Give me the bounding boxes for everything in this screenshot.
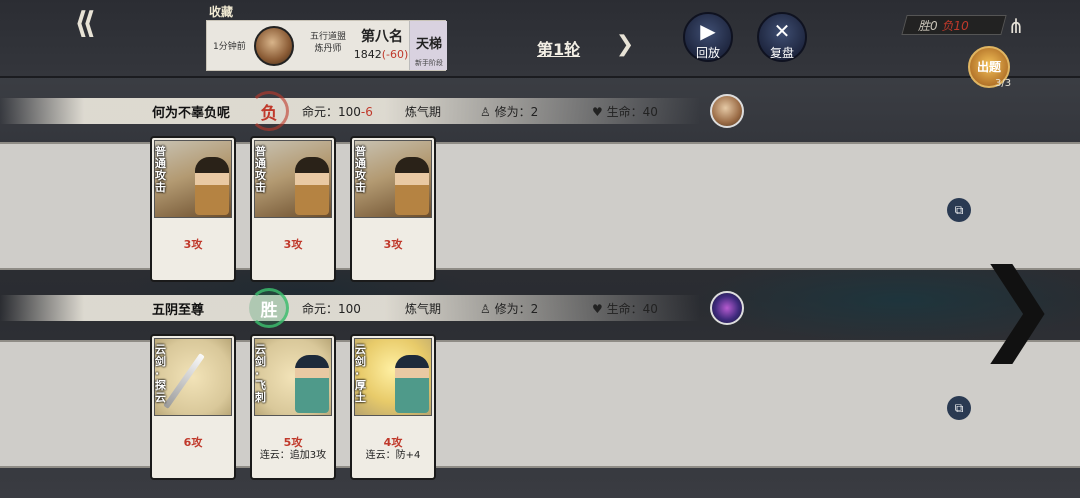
card-desc: 3攻 [152, 220, 234, 276]
play-icon: ▶ [700, 19, 716, 43]
player-hp: 命元：100-6 [302, 103, 373, 120]
round-label[interactable]: 第1轮 [537, 36, 580, 60]
card-attack: 3攻 [183, 238, 203, 251]
record-sect: 五行道盟 炼丹师 [299, 31, 357, 55]
card[interactable]: 云剑·厚土 4攻 连云：防+4 [350, 334, 436, 480]
card-desc: 3攻 [252, 220, 334, 276]
back-arrow-icon[interactable]: ⟪ [60, 8, 110, 40]
card-title: 云剑·探云 [155, 343, 166, 404]
big-chevron-right-icon[interactable]: ❯ [975, 256, 1059, 356]
record-sect-line1: 五行道盟 [309, 32, 346, 42]
player-avatar[interactable] [710, 291, 744, 325]
player-realm: 炼气期 [405, 302, 442, 316]
card-title: 普通攻击 [155, 145, 166, 194]
ladder-subtitle: 新手阶段 [415, 59, 443, 67]
review-button[interactable]: ✕ 复盘 [757, 12, 807, 62]
card[interactable]: 云剑·探云 6攻 [150, 334, 236, 480]
card[interactable]: 普通攻击 3攻 [150, 136, 236, 282]
card-attack: 5攻 [283, 436, 303, 449]
losses-count: 负10 [941, 19, 969, 33]
card-extra: 连云：追加3攻 [259, 450, 327, 461]
record-sect-line2: 炼丹师 [314, 44, 342, 54]
ladder-badge: 天梯 新手阶段 [409, 21, 447, 70]
record-score: 1842(-60) [353, 48, 409, 61]
player-life: ♥ 生命：40 [592, 103, 658, 120]
player-hp: 命元：100 [302, 300, 361, 317]
player-strip-1: 何为不辜负呢 负 命元：100-6 炼气期 ♙ 修为：2 ♥ 生命：40 [0, 91, 1080, 131]
heart-icon: ♥ [592, 105, 603, 119]
player-name: 何为不辜负呢 [152, 106, 231, 121]
review-label: 复盘 [769, 46, 794, 60]
card-row-1: 普通攻击 3攻 普通攻击 3攻 普通攻击 3攻 ⧉ [0, 136, 1080, 282]
record-score-delta: (-60) [381, 48, 409, 61]
player-strip-2: 五阴至尊 胜 命元：100 炼气期 ♙ 修为：2 ♥ 生命：40 [0, 288, 1080, 328]
result-badge-win: 胜 [249, 288, 289, 328]
replay-label: 回放 [695, 46, 720, 60]
card-title: 普通攻击 [355, 145, 366, 194]
cross-swords-icon: ✕ [773, 19, 791, 43]
cultivation-value: 修为：2 [494, 302, 539, 316]
hp-label: 命元： [302, 105, 339, 119]
chevron-right-icon[interactable]: ❯ [613, 33, 637, 57]
replay-button[interactable]: ▶ 回放 [683, 12, 733, 62]
record-rank: 第八名 [361, 29, 403, 45]
card-desc: 3攻 [352, 220, 434, 276]
card-title: 普通攻击 [255, 145, 266, 194]
card[interactable]: 云剑·飞刺 5攻 连云：追加3攻 [250, 334, 336, 480]
wins-count: 胜0 [918, 19, 938, 33]
player-cultivation: ♙ 修为：2 [480, 300, 538, 317]
record-time: 1分钟前 [213, 42, 246, 52]
record-score-value: 1842 [353, 48, 382, 61]
card-desc: 4攻 连云：防+4 [352, 418, 434, 474]
player-name: 五阴至尊 [152, 303, 205, 318]
copy-icon[interactable]: ⧉ [947, 198, 971, 222]
win-loss-text: 胜0 负10 [918, 17, 969, 34]
copy-icon[interactable]: ⧉ [947, 396, 971, 420]
player-cultivation: ♙ 修为：2 [480, 103, 538, 120]
card-title: 云剑·飞刺 [255, 343, 266, 404]
player-avatar[interactable] [710, 94, 744, 128]
player-life: ♥ 生命：40 [592, 300, 658, 317]
favorite-label[interactable]: 收藏 [209, 3, 233, 20]
share-icon[interactable]: ⋔ [1003, 12, 1029, 40]
player-realm: 炼气期 [405, 105, 442, 119]
card-desc: 6攻 [152, 418, 234, 474]
record-card: 1分钟前 五行道盟 炼丹师 第八名 1842(-60) 天梯 新手阶段 [206, 20, 447, 71]
card-attack: 4攻 [383, 436, 403, 449]
card-title: 云剑·厚土 [355, 343, 366, 404]
result-badge-loss: 负 [249, 91, 289, 131]
card-extra: 连云：防+4 [365, 450, 421, 461]
heart-icon: ♥ [592, 302, 603, 316]
card-attack: 6攻 [183, 436, 203, 449]
life-value: 生命：40 [606, 105, 658, 119]
card-attack: 3攻 [383, 238, 403, 251]
deploy-count: 3/3 [995, 78, 1012, 89]
card[interactable]: 普通攻击 3攻 [350, 136, 436, 282]
hp-label: 命元： [302, 302, 339, 316]
meditation-icon: ♙ [480, 302, 491, 316]
hp-delta: -6 [360, 105, 373, 119]
card-desc: 5攻 连云：追加3攻 [252, 418, 334, 474]
hp-value: 100 [338, 105, 361, 119]
opponent-avatar [254, 26, 294, 66]
card[interactable]: 普通攻击 3攻 [250, 136, 336, 282]
ladder-title: 天梯 [415, 37, 442, 52]
cultivation-value: 修为：2 [494, 105, 539, 119]
card-row-2: 云剑·探云 6攻 云剑·飞刺 5攻 连云：追加3攻 云剑·厚土 4攻 连云：防+… [0, 334, 1080, 480]
card-attack: 3攻 [283, 238, 303, 251]
life-value: 生命：40 [606, 302, 658, 316]
meditation-icon: ♙ [480, 105, 491, 119]
hp-value: 100 [338, 302, 361, 316]
